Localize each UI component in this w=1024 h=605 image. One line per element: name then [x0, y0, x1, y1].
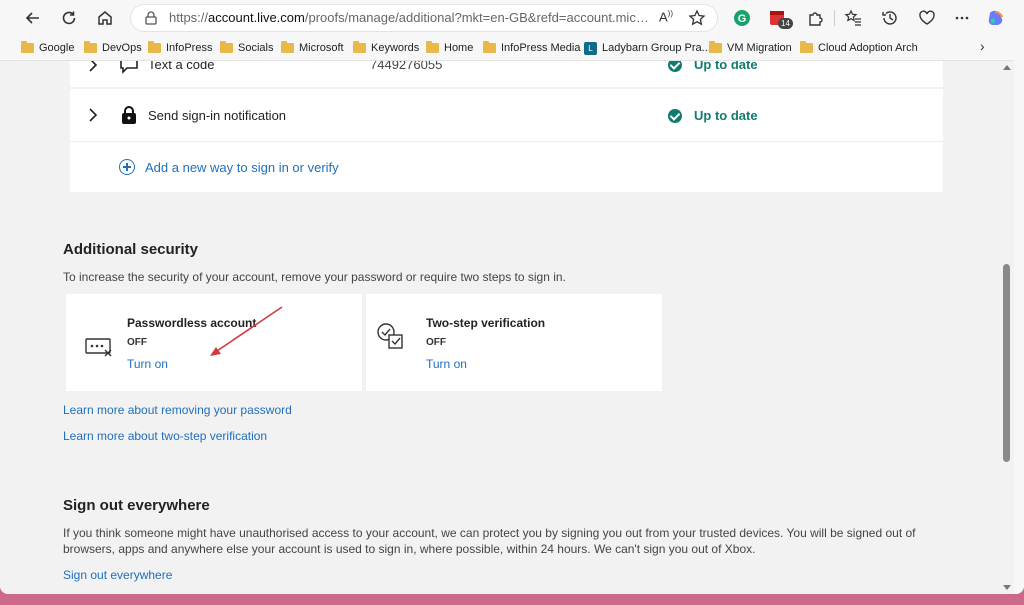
check-circle-icon	[668, 61, 682, 72]
folder-icon	[21, 41, 34, 53]
history-icon	[882, 11, 897, 25]
bookmark-ladybarn[interactable]: L Ladybarn Group Pra...	[584, 40, 711, 56]
status-up-to-date: Up to date	[668, 108, 758, 123]
ladybarn-favicon-icon: L	[584, 41, 597, 55]
two-step-check-icon	[377, 323, 403, 349]
back-arrow-icon	[25, 12, 39, 24]
heart-pulse-icon	[919, 10, 935, 25]
sign-out-everywhere-link[interactable]: Sign out everywhere	[63, 568, 172, 582]
scrollbar-thumb[interactable]	[1003, 264, 1010, 462]
notification-badge: 14	[778, 18, 793, 29]
phone-number-value: 7449276055	[370, 61, 443, 72]
more-menu-button[interactable]	[952, 8, 972, 28]
chat-bubble-icon	[120, 61, 138, 74]
home-button[interactable]	[92, 5, 118, 31]
annotation-arrow	[210, 306, 283, 356]
sign-in-method-row-notification[interactable]: Send sign-in notification Up to date	[70, 89, 943, 141]
additional-security-heading: Additional security	[63, 241, 199, 258]
folder-icon	[84, 41, 97, 53]
ellipsis-icon	[955, 16, 969, 20]
copilot-button[interactable]	[986, 8, 1006, 28]
favorite-star-icon[interactable]	[688, 9, 706, 27]
extensions-button[interactable]	[805, 8, 825, 28]
learn-two-step-link[interactable]: Learn more about two-step verification	[63, 429, 267, 443]
sign-in-method-row-text-code[interactable]: Text a code 7449276055 Up to date	[70, 61, 943, 87]
bookmark-microsoft[interactable]: Microsoft	[281, 40, 344, 56]
back-button[interactable]	[20, 5, 46, 31]
folder-icon	[220, 41, 233, 53]
folder-icon	[148, 41, 161, 53]
two-step-turn-on-link[interactable]: Turn on	[426, 357, 467, 371]
favorites-button[interactable]	[843, 8, 863, 28]
refresh-button[interactable]	[56, 5, 82, 31]
bookmark-cloud-adoption[interactable]: Cloud Adoption Arch	[800, 40, 918, 56]
puzzle-icon	[809, 12, 823, 26]
lock-icon	[145, 11, 157, 25]
folder-icon	[709, 41, 722, 53]
folder-icon	[353, 41, 366, 53]
svg-text:G: G	[738, 13, 747, 25]
chevron-right-icon[interactable]	[87, 61, 99, 73]
scroll-down-arrow-icon[interactable]	[1003, 585, 1011, 590]
additional-security-description: To increase the security of your account…	[63, 270, 566, 284]
bookmark-home[interactable]: Home	[426, 40, 473, 56]
sign-out-heading: Sign out everywhere	[63, 497, 210, 514]
address-bar[interactable]: https://account.live.com/proofs/manage/a…	[131, 5, 717, 31]
sign-out-description: If you think someone might have unauthor…	[63, 526, 916, 556]
bookmark-devops[interactable]: DevOps	[84, 40, 142, 56]
bookmarks-overflow-chevron-icon[interactable]: ›	[980, 38, 985, 54]
sign-in-method-label: Text a code	[148, 61, 215, 72]
toolbar-divider	[834, 10, 835, 26]
folder-icon	[800, 41, 813, 53]
copilot-icon	[988, 10, 1004, 25]
bookmarks-bar: Google DevOps InfoPress Socials Microsof…	[0, 36, 1024, 61]
page-content: Text a code 7449276055 Up to date Send s…	[0, 61, 1000, 594]
status-up-to-date: Up to date	[668, 61, 758, 72]
url-text[interactable]: https://account.live.com/proofs/manage/a…	[169, 10, 649, 25]
bookmark-vm-migration[interactable]: VM Migration	[709, 40, 792, 56]
add-sign-in-method-link[interactable]: Add a new way to sign in or verify	[119, 159, 339, 175]
password-off-icon	[85, 338, 112, 357]
tile-status: OFF	[127, 337, 147, 348]
plus-circle-icon	[119, 159, 135, 175]
calendar-extension-button[interactable]: 14	[768, 8, 793, 29]
folder-icon	[281, 41, 294, 53]
two-step-verification-tile[interactable]: Two-step verification OFF Turn on	[366, 294, 662, 391]
bookmark-infopress[interactable]: InfoPress	[148, 40, 212, 56]
read-aloud-button[interactable]: A))	[659, 9, 673, 24]
home-icon	[98, 11, 112, 25]
bookmark-google[interactable]: Google	[21, 40, 74, 56]
learn-remove-password-link[interactable]: Learn more about removing your password	[63, 403, 292, 417]
folder-icon	[483, 41, 496, 53]
lock-notification-icon	[122, 106, 136, 124]
tile-title: Two-step verification	[426, 316, 546, 330]
history-button[interactable]	[880, 8, 900, 28]
bookmark-keywords[interactable]: Keywords	[353, 40, 419, 56]
browser-toolbar: https://account.live.com/proofs/manage/a…	[0, 0, 1024, 36]
check-circle-icon	[668, 108, 682, 123]
sign-in-method-label: Send sign-in notification	[148, 108, 287, 123]
page-scrollbar[interactable]	[1000, 61, 1014, 594]
folder-icon	[426, 41, 439, 53]
refresh-icon	[62, 11, 76, 25]
passwordless-turn-on-link[interactable]: Turn on	[127, 357, 168, 371]
grammarly-extension-button[interactable]: G	[732, 8, 752, 28]
performance-button[interactable]	[917, 8, 937, 28]
bookmark-infopress-media[interactable]: InfoPress Media	[483, 40, 580, 56]
tile-status: OFF	[426, 337, 446, 348]
favorites-list-icon	[844, 9, 861, 26]
chevron-right-icon[interactable]	[87, 107, 99, 123]
browser-window: https://account.live.com/proofs/manage/a…	[0, 0, 1024, 594]
scroll-up-arrow-icon[interactable]	[1003, 65, 1011, 70]
bookmark-socials[interactable]: Socials	[220, 40, 273, 56]
grammarly-icon: G	[734, 10, 750, 26]
window-edge	[1014, 0, 1024, 594]
